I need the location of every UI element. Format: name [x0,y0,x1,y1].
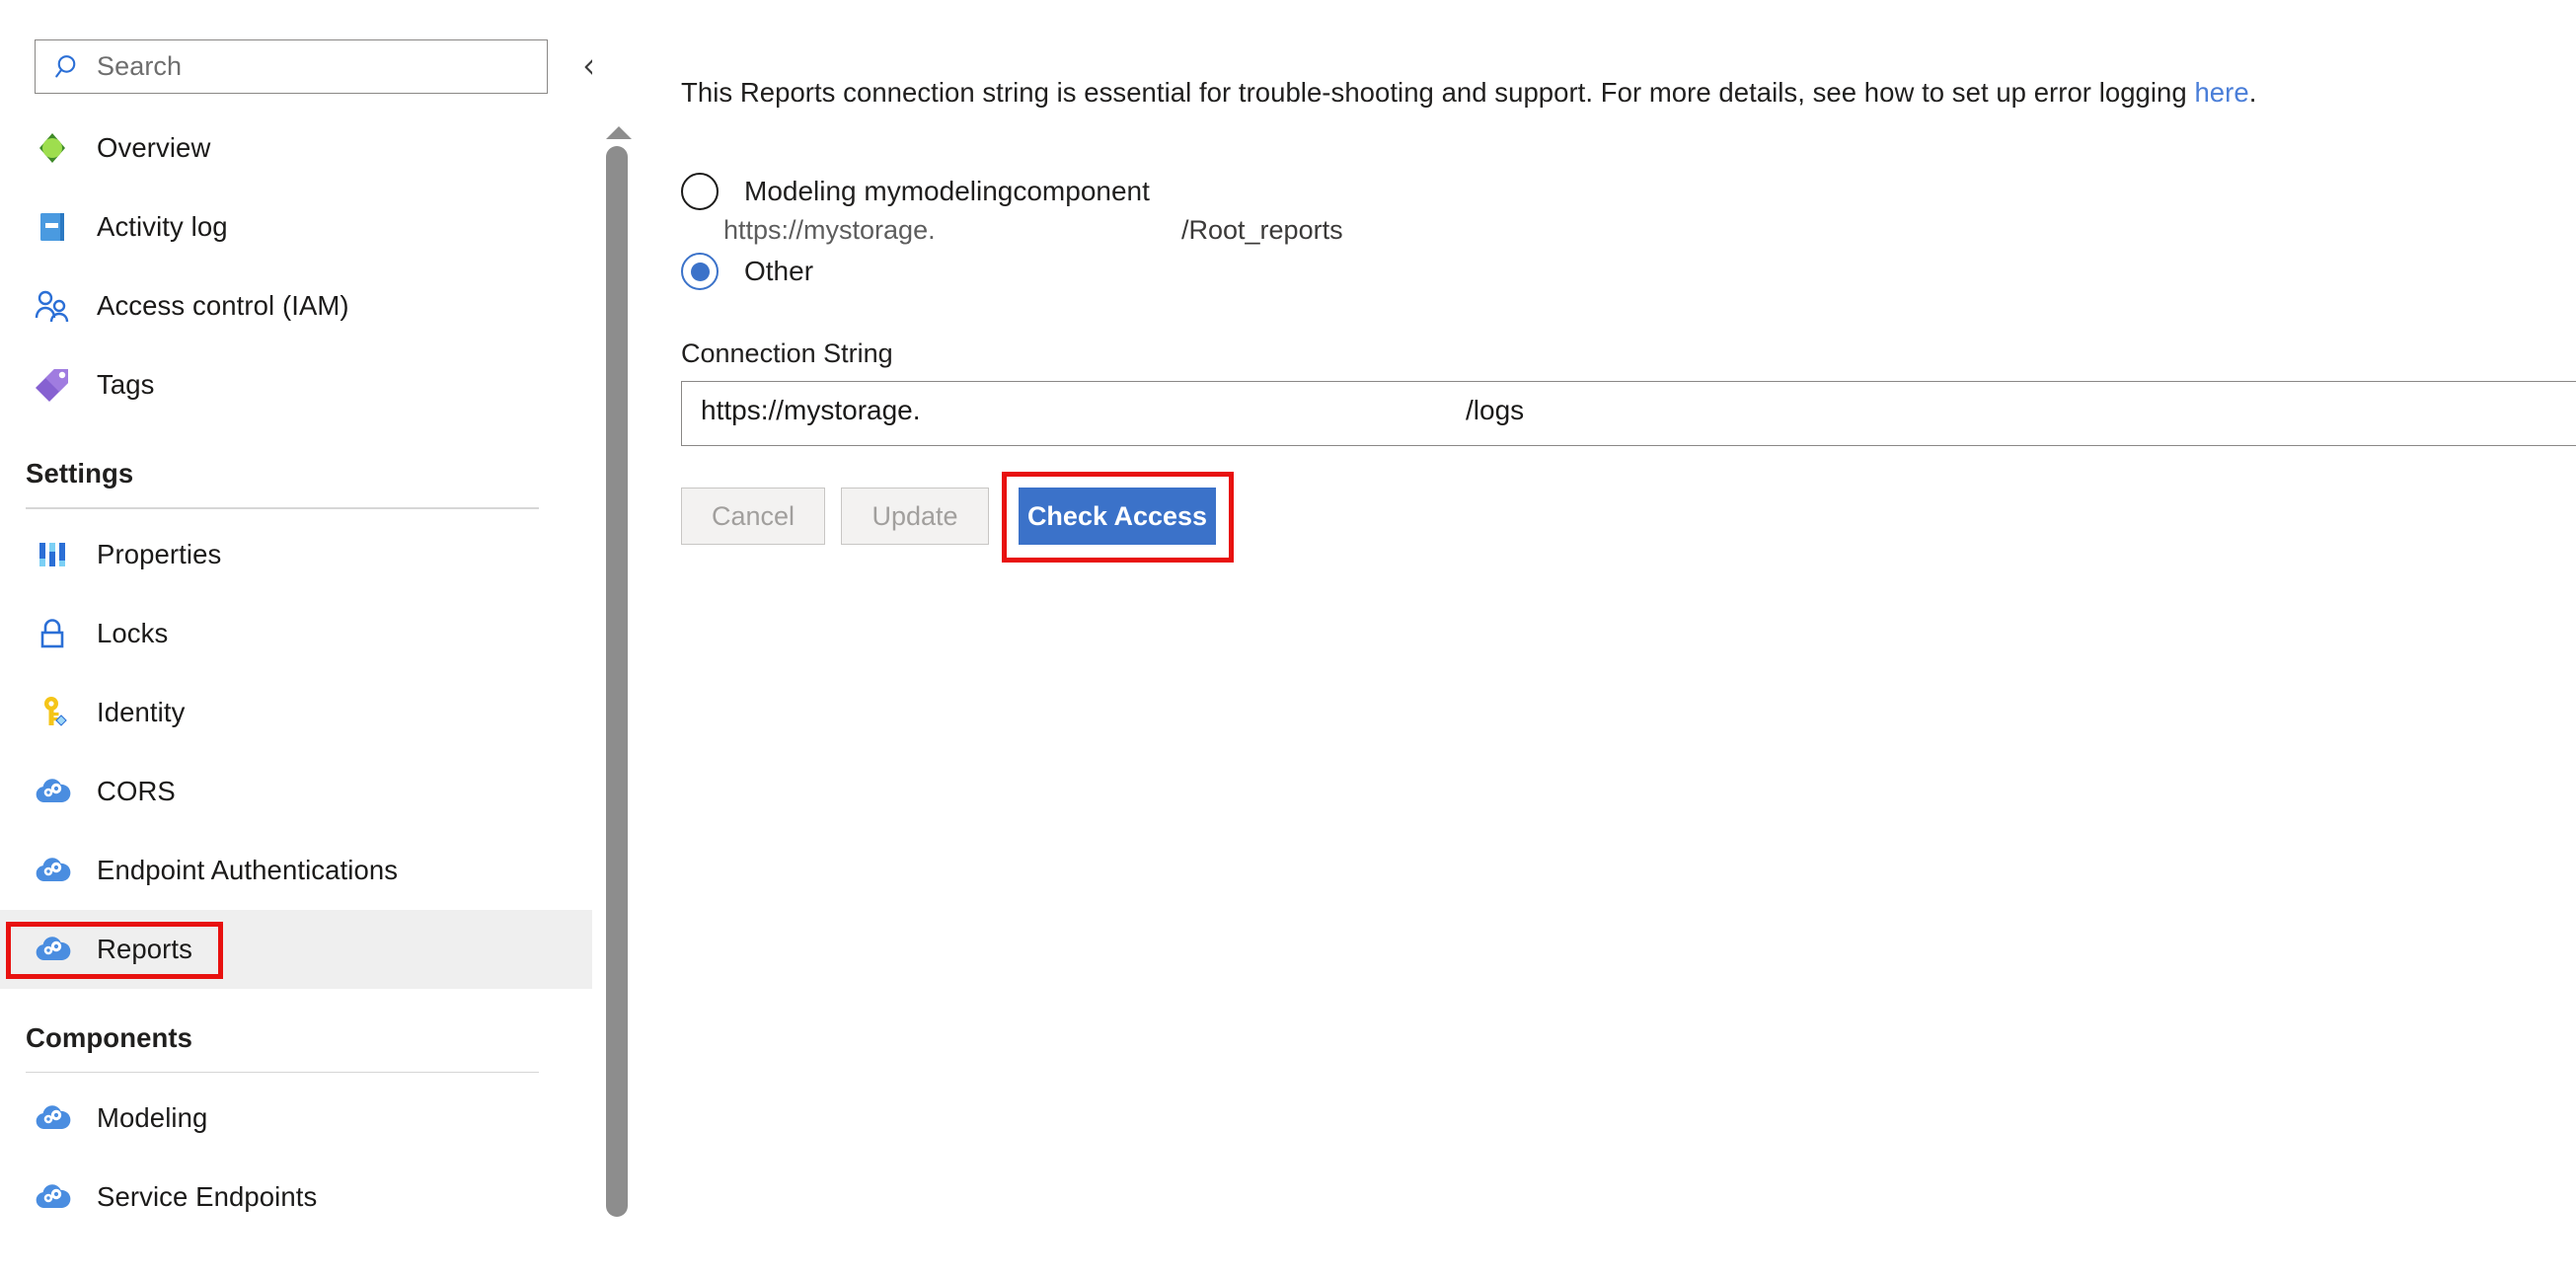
cancel-button[interactable]: Cancel [681,488,825,545]
locks-icon [30,611,75,656]
sidebar-item-endpoint-authentications[interactable]: Endpoint Authentications [0,831,592,910]
sidebar-group-components: Components [0,989,592,1073]
chevron-double-left-icon[interactable] [572,47,592,87]
intro-text-after: . [2248,77,2257,108]
connection-string-value-prefix: https://mystorage. [701,395,921,425]
modeling-endpoint-suffix: /Root_reports [1181,215,1343,245]
access-control-icon [30,283,75,329]
search-icon [51,49,87,85]
left-navigation-sidebar: Search Overview Activity log Access cont… [0,0,592,1278]
connection-string-input[interactable] [681,381,2576,446]
sidebar-item-label: Endpoint Authentications [97,854,399,885]
scroll-up-arrow-icon[interactable] [606,126,632,139]
sidebar-item-activity-log[interactable]: Activity log [0,188,592,266]
tags-icon [30,362,75,408]
sidebar-item-cors[interactable]: CORS [0,752,592,831]
connection-string-value-suffix: /logs [1466,395,1525,425]
radio-label: Other [744,256,814,286]
radio-selected-icon [681,253,719,290]
sidebar-item-label: Access control (IAM) [97,290,349,321]
sidebar-item-label: Modeling [97,1102,208,1133]
sidebar-item-label: Reports [97,933,192,964]
sidebar-item-label: Service Endpoints [97,1181,318,1212]
sidebar-item-label: Locks [97,617,169,648]
sidebar-item-modeling[interactable]: Modeling [0,1079,592,1158]
sidebar-scrollbar-thumb[interactable] [606,146,628,1217]
sidebar-item-label: Properties [97,538,222,569]
overview-icon [30,125,75,171]
error-logging-link[interactable]: here [2194,77,2248,108]
radio-option-other[interactable]: Other [681,253,813,290]
sidebar-item-service-endpoints[interactable]: Service Endpoints [0,1158,592,1237]
divider [26,1071,539,1073]
check-access-button[interactable]: Check Access [1019,488,1216,545]
sidebar-item-overview[interactable]: Overview [0,109,592,188]
sidebar-group-settings: Settings [0,424,592,509]
sidebar-search-row: Search [0,0,592,99]
cloud-gears-icon [30,1095,75,1141]
sidebar-item-tags[interactable]: Tags [0,345,592,424]
sidebar-item-access-control[interactable]: Access control (IAM) [0,266,592,345]
sidebar-item-label: Overview [97,132,211,163]
cloud-gears-icon [30,848,75,893]
sidebar-item-label: Activity log [97,211,228,242]
properties-icon [30,532,75,577]
reports-settings-pane: This Reports connection string is essent… [632,0,2576,1278]
search-input[interactable]: Search [35,39,548,94]
radio-dot [690,262,710,281]
search-placeholder: Search [97,51,183,81]
intro-text-before: This Reports connection string is essent… [681,77,2195,108]
modeling-endpoint-prefix: https://mystorage. [723,215,936,245]
divider [26,507,539,509]
sidebar-item-label: Tags [97,369,155,400]
sidebar-nav-list: Overview Activity log Access control (IA… [0,109,592,1278]
sidebar-group-title: Settings [26,458,134,489]
activity-log-icon [30,204,75,250]
cloud-gears-icon [30,927,75,972]
sidebar-item-reports[interactable]: Reports [0,909,592,989]
identity-icon [30,690,75,735]
cloud-gears-icon [30,769,75,814]
sidebar-item-identity[interactable]: Identity [0,673,592,752]
update-button[interactable]: Update [841,488,989,545]
connection-string-label: Connection String [681,338,893,368]
sidebar-group-title: Components [26,1021,193,1053]
cloud-gears-icon [30,1174,75,1220]
azure-portal-resource-blade: Search Overview Activity log Access cont… [0,0,2576,1278]
radio-label: Modeling mymodelingcomponent [744,176,1150,206]
sidebar-item-label: CORS [97,775,176,806]
sidebar-item-label: Identity [97,696,186,727]
intro-description: This Reports connection string is essent… [681,77,2256,109]
radio-unselected-icon [681,173,719,210]
radio-option-modeling[interactable]: Modeling mymodelingcomponent [681,173,1150,210]
sidebar-item-properties[interactable]: Properties [0,515,592,594]
sidebar-item-locks[interactable]: Locks [0,594,592,673]
